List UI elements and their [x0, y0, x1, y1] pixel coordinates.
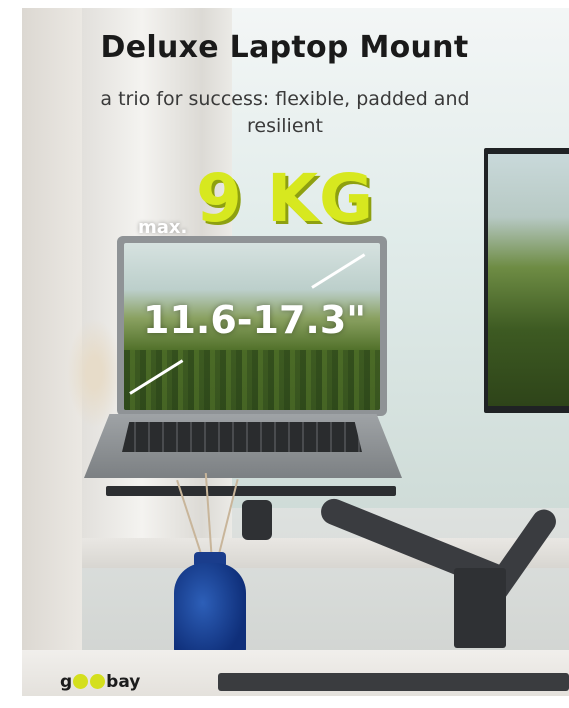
mount-joint — [242, 500, 272, 540]
laptop-keyboard — [122, 422, 362, 452]
headline-subtitle: a trio for success: flexible, padded and… — [100, 88, 470, 137]
mount-pole — [454, 568, 506, 648]
headline-title: Deluxe Laptop Mount — [100, 30, 469, 65]
laptop-tray — [106, 486, 396, 496]
forest — [124, 350, 380, 410]
screen-size-label: 11.6-17.3" — [143, 298, 367, 342]
pampas-grass — [67, 318, 122, 428]
max-label: max. — [138, 217, 188, 238]
logo-dot-icon — [73, 674, 89, 689]
blue-vase — [174, 563, 246, 663]
weight-badge: 9 KG — [196, 160, 375, 237]
logo-dot-icon — [90, 674, 106, 689]
desk-keyboard — [218, 673, 569, 691]
logo-text-g: g — [60, 672, 73, 692]
brand-logo: g bay — [60, 672, 140, 692]
logo-text-bay: bay — [106, 672, 141, 692]
monitor-screen — [488, 154, 569, 406]
